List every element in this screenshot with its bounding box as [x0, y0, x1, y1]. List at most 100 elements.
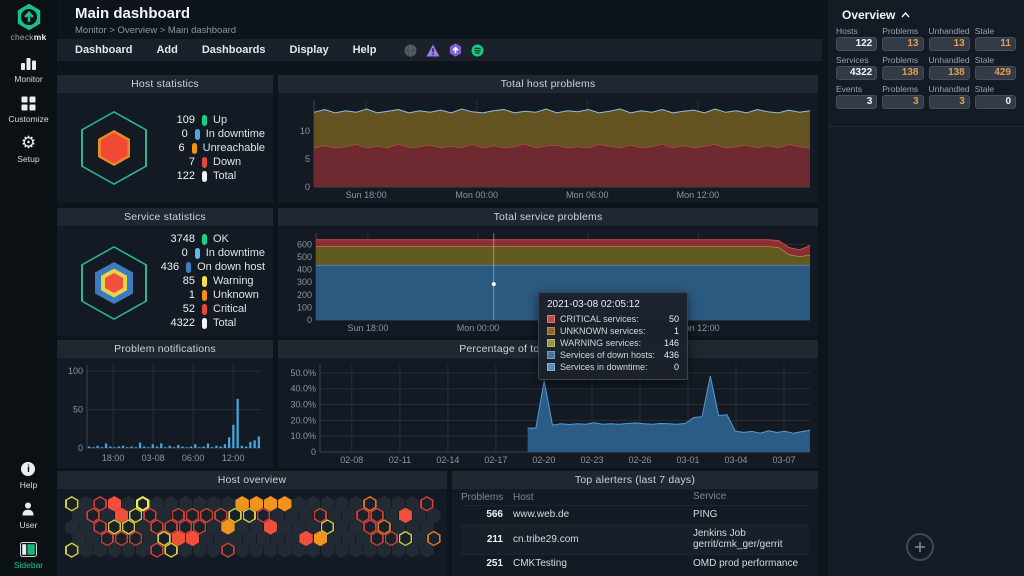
overview-snapin-header[interactable]: Overview [842, 8, 910, 22]
overview-cell-stale[interactable]: Stale 429 [974, 55, 1016, 80]
overview-cell-value[interactable]: 0 [974, 95, 1016, 109]
stat-label: OK [213, 233, 229, 245]
overview-cell-value[interactable]: 138 [882, 66, 924, 80]
host-hexagon-inner [94, 497, 106, 510]
cell-service[interactable]: OMD prod performance [693, 555, 809, 573]
overview-cell-value[interactable]: 4322 [836, 66, 878, 80]
stat-row-up[interactable]: 109 Up [153, 114, 265, 126]
sidebar-item-label: Customize [8, 114, 49, 124]
cell-host[interactable]: cn.tribe29.com [513, 534, 693, 545]
checkmk-logo[interactable]: checkmk [0, 0, 57, 44]
sidebar-item-customize[interactable]: Customize [8, 94, 49, 124]
table-row[interactable]: 211 cn.tribe29.com Jenkins Job gerrit/cmk_… [461, 523, 809, 554]
sidebar-item-help[interactable]: i Help [20, 460, 37, 490]
stat-row-critical[interactable]: 52 Critical [153, 303, 265, 315]
cell-host[interactable]: CMKTesting [513, 558, 693, 569]
stat-value: 7 [188, 156, 195, 168]
sidebar-item-monitor[interactable]: Monitor [14, 54, 43, 84]
overview-cell-events[interactable]: Events 3 [836, 84, 878, 109]
stat-row-unknown[interactable]: 1 Unknown [153, 289, 265, 301]
sidebar-item-user[interactable]: User [19, 500, 38, 530]
stat-row-in-downtime[interactable]: 0 In downtime [153, 128, 265, 140]
checkmk-logo-text: checkmk [10, 32, 47, 42]
overview-cell-value[interactable]: 13 [928, 37, 970, 51]
host-statistics-hexagon[interactable] [81, 111, 147, 185]
svg-text:Mon 06:00: Mon 06:00 [566, 190, 609, 200]
menu-help[interactable]: Help [353, 44, 377, 56]
overview-cell-stale[interactable]: Stale 11 [974, 26, 1016, 51]
stat-row-on-down-host[interactable]: 436 On down host [153, 261, 265, 273]
panel-title: Problem notifications [57, 340, 273, 358]
menubar-icons [404, 43, 484, 57]
stat-row-unreachable[interactable]: 6 Unreachable [153, 142, 266, 154]
overview-cell-value[interactable]: 122 [836, 37, 878, 51]
host-hexagon-inner [215, 509, 226, 522]
problem-notifications-chart[interactable]: 0 50 100 18:00 03-08 06:00 12:00 [59, 360, 267, 464]
cell-service[interactable]: PING [693, 506, 809, 524]
host-hexagon-inner [158, 532, 170, 545]
table-row[interactable]: 251 CMKTesting OMD prod performance [461, 553, 809, 573]
sidebar-item-label: User [19, 520, 38, 530]
add-snapin-button[interactable] [906, 533, 934, 561]
stat-row-in-downtime[interactable]: 0 In downtime [153, 247, 265, 259]
overview-cell-value[interactable]: 429 [974, 66, 1016, 80]
overview-cell-problems[interactable]: Problems 13 [882, 26, 924, 51]
tooltip-row: Services in downtime: 0 [547, 362, 679, 372]
host-hexagon-inner [102, 532, 113, 545]
overview-cell-value[interactable]: 3 [836, 95, 878, 109]
breadcrumb[interactable]: Monitor > Overview > Main dashboard [75, 25, 236, 36]
overview-cell-value[interactable]: 11 [974, 37, 1016, 51]
menu-dashboard[interactable]: Dashboard [75, 44, 132, 56]
tooltip-row: WARNING services: 146 [547, 338, 679, 348]
cell-host[interactable]: www.web.de [513, 509, 693, 520]
host-hexagon-inner [165, 520, 177, 534]
sidebar-item-sidebar-toggle[interactable]: Sidebar [14, 540, 43, 570]
host-hexagon-inner [123, 520, 134, 534]
column-header-problems: Problems [461, 491, 504, 503]
host-hexagon-inner [364, 520, 376, 534]
overview-cell-unhandled[interactable]: Unhandled 3 [928, 84, 970, 109]
globe-icon[interactable] [404, 43, 417, 57]
stat-row-down[interactable]: 7 Down [153, 156, 265, 168]
menu-dashboards[interactable]: Dashboards [202, 44, 266, 56]
svg-text:20.0%: 20.0% [290, 415, 316, 425]
overview-cell-label: Stale [974, 26, 995, 36]
total-host-problems-chart[interactable]: 0 5 10 Sun 18:00 Mon 00:00 Mon 06:00 Mon 12:00 [280, 95, 816, 201]
messages-icon[interactable] [471, 44, 484, 57]
host-hexagon-inner [371, 509, 383, 522]
stat-row-total[interactable]: 4322 Total [153, 317, 265, 329]
status-color-pill [191, 142, 197, 154]
grid-icon [21, 94, 36, 112]
overview-cell-problems[interactable]: Problems 3 [882, 84, 924, 109]
overview-cell-value[interactable]: 3 [882, 95, 924, 109]
tooltip-value: 50 [668, 314, 679, 324]
sidebar-item-label: Setup [17, 154, 40, 164]
stat-row-ok[interactable]: 3748 OK [153, 233, 265, 245]
stat-row-warning[interactable]: 85 Warning [153, 275, 265, 287]
svg-text:100: 100 [297, 302, 312, 312]
svg-text:100: 100 [68, 366, 83, 376]
overview-cell-services[interactable]: Services 4322 [836, 55, 878, 80]
menu-display[interactable]: Display [289, 44, 328, 56]
checkmk-version-icon[interactable] [449, 43, 462, 57]
menu-add[interactable]: Add [156, 44, 177, 56]
svg-text:0: 0 [78, 443, 83, 453]
cell-service[interactable]: Jenkins Job gerrit/cmk_ger/gerrit [693, 525, 809, 554]
overview-cell-problems[interactable]: Problems 138 [882, 55, 924, 80]
overview-cell-unhandled[interactable]: Unhandled 138 [928, 55, 970, 80]
overview-cell-value[interactable]: 13 [882, 37, 924, 51]
overview-cell-unhandled[interactable]: Unhandled 13 [928, 26, 970, 51]
table-row[interactable]: 566 www.web.de PING [461, 505, 809, 524]
warning-icon[interactable] [426, 44, 440, 57]
overview-cell-value[interactable]: 138 [928, 66, 970, 80]
overview-cell-hosts[interactable]: Hosts 122 [836, 26, 878, 51]
overview-cell-stale[interactable]: Stale 0 [974, 84, 1016, 109]
stat-label: Unreachable [202, 142, 265, 154]
overview-cell-value[interactable]: 3 [928, 95, 970, 109]
host-hexagon-inner [244, 509, 255, 522]
service-statistics-hexagon[interactable] [81, 246, 147, 320]
sidebar-item-setup[interactable]: ⚙ Setup [17, 134, 39, 164]
svg-text:03-01: 03-01 [676, 455, 699, 465]
stat-row-total[interactable]: 122 Total [153, 170, 265, 182]
legend-swatch [547, 327, 555, 335]
